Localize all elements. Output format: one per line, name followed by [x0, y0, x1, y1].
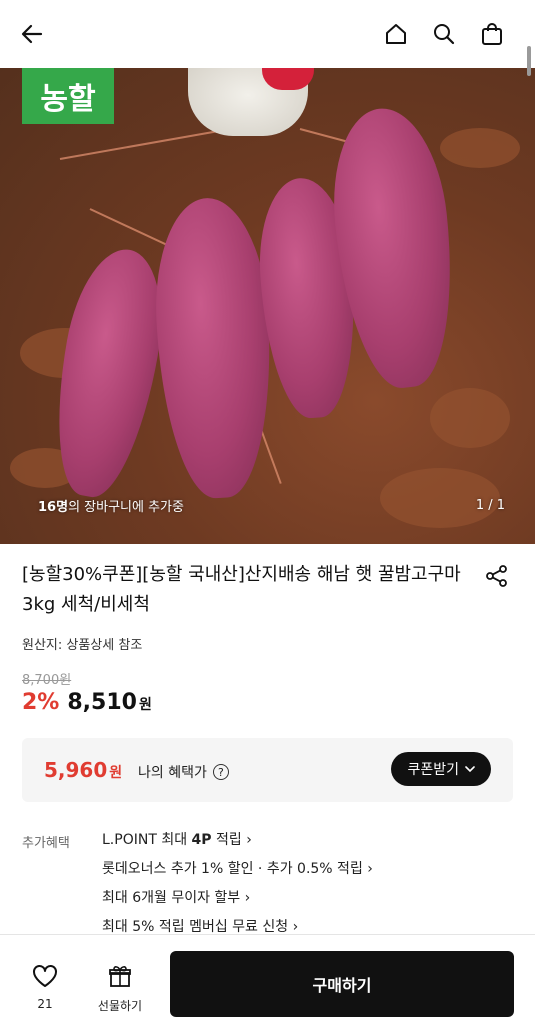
benefit-price: 5,960 원: [44, 758, 122, 782]
extra-benefits-label: 추가혜택: [22, 836, 70, 851]
extra-benefits-list: L.POINT 최대 4P 적립 › 롯데오너스 추가 1% 할인 · 추가 0…: [102, 830, 373, 946]
sale-price: 8,510: [67, 690, 137, 715]
gift-button[interactable]: 선물하기: [92, 963, 148, 1014]
benefit-price-value: 5,960: [44, 758, 108, 782]
shopping-bag-icon[interactable]: [476, 18, 508, 50]
extra-benefit-text: 롯데오너스 추가 1% 할인 · 추가 0.5% 적립 ›: [102, 861, 373, 877]
scrollbar[interactable]: [527, 46, 531, 76]
top-nav-bar: [0, 0, 535, 68]
extra-benefit-text: 최대 5% 적립 멤버십 무료 신청 ›: [102, 919, 299, 935]
back-arrow-icon[interactable]: [16, 18, 48, 50]
gift-label: 선물하기: [97, 999, 143, 1013]
benefit-label-text: 나의 혜택가: [138, 765, 207, 781]
extra-benefit-lpoint[interactable]: L.POINT 최대 4P 적립 ›: [102, 830, 373, 859]
heart-icon: [33, 965, 57, 987]
extra-benefit-owners[interactable]: 롯데오너스 추가 1% 할인 · 추가 0.5% 적립 ›: [102, 859, 373, 888]
price-row: 2% 8,510 원: [22, 690, 152, 715]
extra-benefit-installment[interactable]: 최대 6개월 무이자 할부 ›: [102, 888, 373, 917]
discount-rate: 2%: [22, 690, 60, 715]
bottom-action-bar: 21 선물하기 구매하기: [0, 934, 535, 1025]
home-icon[interactable]: [380, 18, 412, 50]
extra-benefit-text: 최대 6개월 무이자 할부 ›: [102, 890, 251, 906]
buy-button[interactable]: 구매하기: [170, 951, 514, 1017]
original-price: 8,700원: [22, 673, 72, 688]
search-icon[interactable]: [428, 18, 460, 50]
cart-activity-note: 16명의 장바구니에 추가중: [38, 496, 184, 515]
brand-badge: 농할: [22, 68, 114, 124]
gift-icon: [109, 966, 131, 987]
coupon-button[interactable]: 쿠폰받기: [391, 752, 491, 786]
help-icon[interactable]: ?: [212, 764, 229, 780]
origin-info: 원산지: 상품상세 참조: [22, 638, 143, 653]
benefit-label: 나의 혜택가 ?: [138, 762, 229, 782]
share-icon[interactable]: [484, 563, 510, 589]
coupon-button-label: 쿠폰받기: [407, 762, 459, 778]
image-counter: 1 / 1: [475, 498, 505, 513]
cart-count: 16명: [38, 500, 69, 515]
currency-unit: 원: [138, 697, 152, 713]
product-title: [농할30%쿠폰][농할 국내산]산지배송 해남 햇 꿀밤고구마 3kg 세척/…: [22, 564, 461, 615]
cart-note-text: 의 장바구니에 추가중: [68, 500, 184, 515]
like-count: 21: [37, 997, 53, 1011]
product-image[interactable]: 농할 16명의 장바구니에 추가중 1 / 1: [0, 68, 535, 544]
benefit-currency: 원: [109, 765, 123, 781]
like-button[interactable]: 21: [28, 963, 62, 1011]
extra-benefit-bold: 4P: [191, 832, 212, 848]
extra-benefit-suffix: 적립 ›: [211, 832, 252, 848]
benefit-price-box: 5,960 원 나의 혜택가 ? 쿠폰받기: [22, 738, 513, 802]
chevron-down-icon: [465, 766, 475, 773]
extra-benefit-text: L.POINT 최대: [102, 832, 192, 848]
